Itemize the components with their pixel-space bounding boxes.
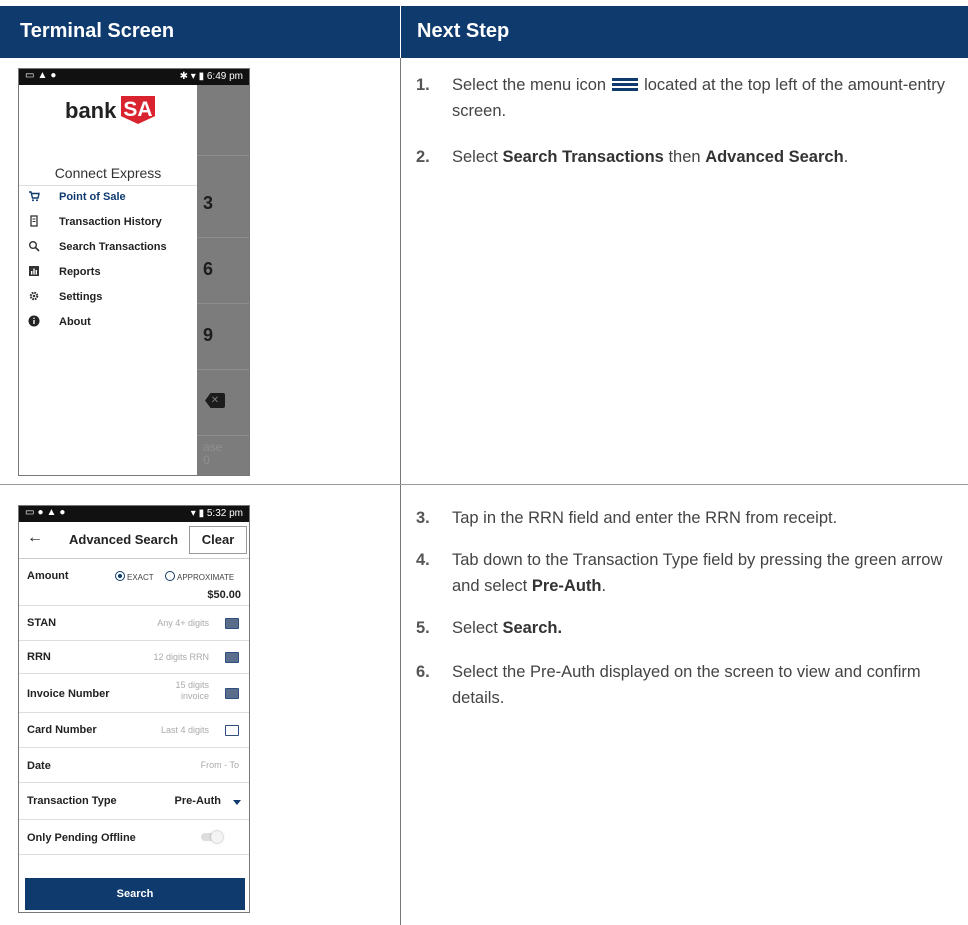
step-text: Select the menu icon located at the top l…	[452, 76, 945, 120]
menu-label: About	[59, 316, 91, 328]
clear-button[interactable]: Clear	[189, 526, 247, 554]
divider	[197, 369, 249, 370]
field-placeholder: 12 digits RRN	[153, 652, 209, 662]
field-label: Invoice Number	[27, 688, 110, 700]
radio-approximate[interactable]: APPROXIMATE	[165, 571, 234, 582]
table-header: Terminal Screen Next Step	[0, 6, 968, 58]
step-text: Select Search.	[452, 619, 563, 637]
status-time: 6:49 pm	[206, 71, 243, 82]
keypad-key: 9	[203, 325, 214, 345]
keyboard-icon[interactable]	[225, 652, 239, 663]
column-divider	[400, 58, 401, 925]
status-time: 5:32 pm	[206, 508, 243, 519]
step-text: Select Search Transactions then Advanced…	[452, 148, 849, 166]
step-text: Tab down to the Transaction Type field b…	[452, 551, 943, 595]
stan-field[interactable]: STAN Any 4+ digits	[19, 606, 249, 641]
screen-title: Advanced Search	[69, 532, 179, 547]
step-number: 2.	[416, 148, 430, 166]
app-name: Connect Express	[54, 165, 162, 181]
status-bar: ▭▲● ✱ ▾ ▮ 6:49 pm	[19, 69, 249, 85]
cart-icon	[28, 190, 40, 202]
only-pending-offline-field[interactable]: Only Pending Offline	[19, 820, 249, 855]
invoice-number-field[interactable]: Invoice Number 15 digits invoice	[19, 674, 249, 713]
info-icon	[28, 315, 40, 327]
field-placeholder: Any 4+ digits	[157, 618, 209, 628]
card-number-field[interactable]: Card Number Last 4 digits	[19, 713, 249, 748]
status-icons: ▭●▲●	[25, 507, 69, 518]
row-divider	[0, 484, 968, 485]
menu-item-settings[interactable]: Settings	[19, 286, 197, 308]
field-label: Card Number	[27, 724, 97, 736]
radio-exact[interactable]: EXACT	[115, 571, 154, 582]
pending-offline-toggle[interactable]	[201, 831, 223, 843]
toolbar: ← Advanced Search Clear	[19, 522, 249, 559]
terminal-screenshot-menu: ▭▲● ✱ ▾ ▮ 6:49 pm 3 6 9 ✕ ase 0 bank SA C…	[18, 68, 250, 476]
field-label: Transaction Type	[27, 795, 117, 807]
faint-button-text: ase 0	[203, 440, 223, 467]
header-label: Next Step	[417, 20, 510, 42]
keypad-key: 6	[203, 259, 214, 279]
menu-item-reports[interactable]: Reports	[19, 261, 197, 283]
menu-label: Point of Sale	[59, 191, 126, 203]
card-icon[interactable]	[225, 725, 239, 736]
chart-icon	[28, 265, 40, 277]
logo-text: bank	[65, 98, 117, 123]
status-right: ✱ ▾ ▮ 6:49 pm	[179, 71, 243, 82]
amount-value: $50.00	[207, 589, 241, 601]
field-label: Amount	[27, 570, 69, 582]
step-number: 4.	[416, 551, 430, 569]
step-number: 5.	[416, 619, 430, 637]
step-number: 6.	[416, 663, 430, 681]
step-number: 3.	[416, 509, 430, 527]
search-icon	[28, 240, 40, 252]
keypad-key: 3	[203, 193, 214, 213]
menu-item-about[interactable]: About	[19, 311, 197, 333]
menu-label: Search Transactions	[59, 241, 167, 253]
divider	[197, 303, 249, 304]
step-number: 1.	[416, 76, 430, 94]
keyboard-icon[interactable]	[225, 618, 239, 629]
hamburger-menu-icon	[612, 77, 639, 92]
keypad-overlay: 3 6 9 ✕ ase 0	[197, 85, 249, 475]
field-label: RRN	[27, 651, 51, 663]
date-field[interactable]: Date From - To	[19, 748, 249, 783]
menu-item-transaction-history[interactable]: Transaction History	[19, 211, 197, 233]
gear-icon	[28, 290, 40, 302]
dropdown-caret-icon[interactable]	[233, 800, 241, 805]
menu-item-search-transactions[interactable]: Search Transactions	[19, 236, 197, 258]
keyboard-icon[interactable]	[225, 688, 239, 699]
back-arrow-icon[interactable]: ←	[27, 529, 43, 547]
receipt-icon	[28, 215, 40, 227]
status-icons: ▭▲●	[25, 70, 60, 81]
amount-field[interactable]: Amount EXACT APPROXIMATE $50.00	[19, 559, 249, 606]
status-bar: ▭●▲● ▾ ▮ 5:32 pm	[19, 506, 249, 522]
transaction-type-value[interactable]: Pre-Auth	[175, 795, 221, 807]
menu-label: Transaction History	[59, 216, 162, 228]
field-placeholder: Last 4 digits	[160, 725, 209, 735]
transaction-type-field[interactable]: Transaction Type Pre-Auth	[19, 783, 249, 820]
menu-label: Reports	[59, 266, 101, 278]
rrn-field[interactable]: RRN 12 digits RRN	[19, 641, 249, 674]
search-button[interactable]: Search	[25, 878, 245, 910]
field-label: Only Pending Offline	[27, 832, 136, 844]
logo-badge: SA	[121, 96, 155, 124]
divider	[197, 155, 249, 156]
field-label: Date	[27, 760, 51, 772]
divider	[197, 237, 249, 238]
nav-drawer: bank SA Connect Express Point of Sale Tr…	[19, 85, 197, 475]
step-text: Tap in the RRN field and enter the RRN f…	[452, 509, 838, 527]
field-label: STAN	[27, 617, 57, 629]
step-text: Select the Pre-Auth displayed on the scr…	[452, 663, 921, 707]
terminal-screenshot-advanced-search: ▭●▲● ▾ ▮ 5:32 pm ← Advanced Search Clear…	[18, 505, 250, 913]
field-placeholder: 15 digits invoice	[175, 680, 209, 701]
header-col-terminal-screen: Terminal Screen	[0, 6, 400, 58]
header-col-next-step: Next Step	[400, 6, 967, 58]
menu-label: Settings	[59, 291, 103, 303]
field-placeholder: From - To	[200, 760, 239, 770]
menu-item-point-of-sale[interactable]: Point of Sale	[19, 186, 197, 208]
divider	[197, 435, 249, 436]
header-label: Terminal Screen	[20, 20, 175, 42]
backspace-icon: ✕	[205, 393, 225, 408]
status-right: ▾ ▮ 5:32 pm	[190, 508, 243, 519]
